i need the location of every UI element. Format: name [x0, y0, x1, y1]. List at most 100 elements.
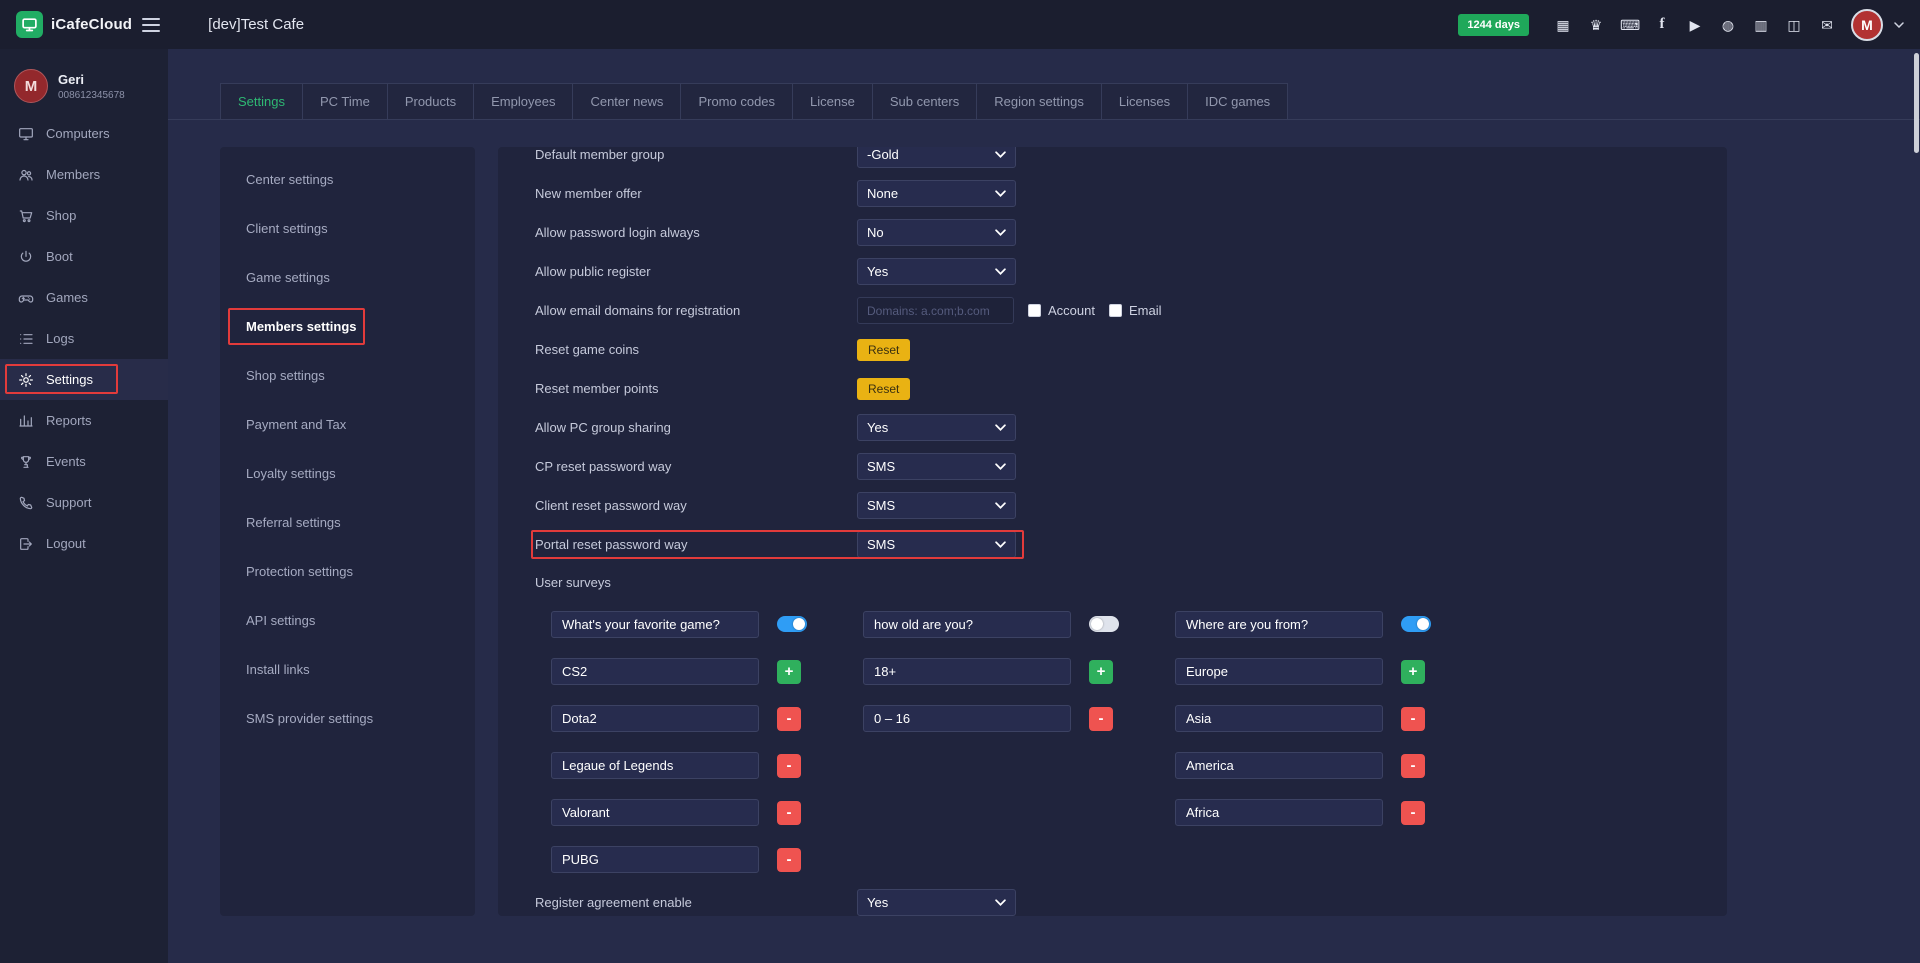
tab[interactable]: Promo codes: [680, 83, 793, 119]
sidebar-item-games[interactable]: Games: [0, 277, 168, 318]
sidebar-item-members[interactable]: Members: [0, 154, 168, 195]
sidebar-item-reports[interactable]: Reports: [0, 400, 168, 441]
tab[interactable]: Region settings: [976, 83, 1102, 119]
chevron-down-icon[interactable]: [1894, 22, 1904, 28]
register-agreement-select[interactable]: Yes: [857, 889, 1016, 916]
settings-nav-item[interactable]: Loyalty settings: [220, 449, 475, 498]
sidebar-item-computers[interactable]: Computers: [0, 113, 168, 154]
settings-nav-item[interactable]: Shop settings: [220, 351, 475, 400]
app-logo[interactable]: iCafeCloud: [0, 11, 132, 38]
globe-icon[interactable]: ◍: [1719, 18, 1737, 32]
tab[interactable]: Products: [387, 83, 474, 119]
tab[interactable]: PC Time: [302, 83, 388, 119]
tab[interactable]: Settings: [220, 83, 303, 119]
settings-nav-item[interactable]: Protection settings: [220, 547, 475, 596]
account-checkbox[interactable]: [1028, 304, 1041, 317]
sidebar-item-settings[interactable]: Settings: [0, 359, 168, 400]
sidebar-item-logs[interactable]: Logs: [0, 318, 168, 359]
sidebar-item-boot[interactable]: Boot: [0, 236, 168, 277]
tab[interactable]: Employees: [473, 83, 573, 119]
sidebar-item-support[interactable]: Support: [0, 482, 168, 523]
new-member-offer-select[interactable]: None: [857, 180, 1016, 207]
survey-question-input[interactable]: how old are you?: [863, 611, 1071, 638]
answer-action-button[interactable]: -: [777, 754, 801, 778]
email-checkbox[interactable]: [1109, 304, 1122, 317]
user-avatar[interactable]: M: [1851, 9, 1883, 41]
settings-nav-item[interactable]: Payment and Tax: [220, 400, 475, 449]
sidebar-user[interactable]: M Geri 008612345678: [0, 49, 168, 113]
tab[interactable]: Sub centers: [872, 83, 977, 119]
menu-icon[interactable]: [142, 14, 162, 36]
survey-toggle[interactable]: [1089, 616, 1119, 632]
survey-answer-input[interactable]: Dota2: [551, 705, 759, 732]
survey-answer-input[interactable]: 18+: [863, 658, 1071, 685]
settings-nav-item[interactable]: Install links: [220, 645, 475, 694]
public-register-select[interactable]: Yes: [857, 258, 1016, 285]
password-login-always-select[interactable]: No: [857, 219, 1016, 246]
discord-icon[interactable]: ⌨: [1620, 18, 1638, 32]
license-days-badge[interactable]: 1244 days: [1458, 14, 1529, 36]
email-domains-input[interactable]: [857, 297, 1014, 324]
youtube-icon[interactable]: ▶: [1686, 18, 1704, 32]
settings-nav-label: API settings: [246, 613, 315, 628]
survey-question-input[interactable]: Where are you from?: [1175, 611, 1383, 638]
reset-member-points-button[interactable]: Reset: [857, 378, 910, 400]
survey-answer-input[interactable]: Valorant: [551, 799, 759, 826]
tab[interactable]: Center news: [572, 83, 681, 119]
pc-group-sharing-select[interactable]: Yes: [857, 414, 1016, 441]
survey-answer-row: Legaue of Legends -: [551, 742, 863, 789]
form-row-reset-member-points: Reset member points Reset: [535, 369, 1727, 408]
answer-action-button[interactable]: -: [777, 848, 801, 872]
client-reset-password-select[interactable]: SMS: [857, 492, 1016, 519]
settings-nav-item[interactable]: Center settings: [220, 155, 475, 204]
settings-nav-item[interactable]: Game settings: [220, 253, 475, 302]
tab[interactable]: License: [792, 83, 873, 119]
settings-nav-item[interactable]: Client settings: [220, 204, 475, 253]
scrollbar[interactable]: [1914, 53, 1919, 153]
survey-answer-input[interactable]: Europe: [1175, 658, 1383, 685]
analytics-icon[interactable]: ▦: [1554, 18, 1572, 32]
layers-icon[interactable]: ◫: [1785, 18, 1803, 32]
sidebar-item-shop[interactable]: Shop: [0, 195, 168, 236]
survey-answer-input[interactable]: Africa: [1175, 799, 1383, 826]
tab[interactable]: Licenses: [1101, 83, 1188, 119]
reset-game-coins-button[interactable]: Reset: [857, 339, 910, 361]
portal-reset-password-select[interactable]: SMS: [857, 531, 1016, 558]
settings-nav-item[interactable]: Members settings: [220, 302, 475, 351]
answer-action-button[interactable]: +: [1089, 660, 1113, 684]
answer-action-button[interactable]: -: [1401, 754, 1425, 778]
survey-answer-input[interactable]: Legaue of Legends: [551, 752, 759, 779]
survey-answer-input[interactable]: CS2: [551, 658, 759, 685]
cp-reset-password-select[interactable]: SMS: [857, 453, 1016, 480]
survey-answer-input[interactable]: Asia: [1175, 705, 1383, 732]
sidebar-item-logout[interactable]: Logout: [0, 523, 168, 564]
answer-action-button[interactable]: +: [1401, 660, 1425, 684]
answer-action-button[interactable]: -: [777, 801, 801, 825]
survey-answer-row: Europe +: [1175, 648, 1487, 695]
tab[interactable]: IDC games: [1187, 83, 1288, 119]
survey-answer-input[interactable]: America: [1175, 752, 1383, 779]
trophy-icon[interactable]: ♛: [1587, 18, 1605, 32]
survey-answer-input[interactable]: 0 – 16: [863, 705, 1071, 732]
survey-toggle[interactable]: [1401, 616, 1431, 632]
answer-action-button[interactable]: +: [777, 660, 801, 684]
survey-question-row: Where are you from?: [1175, 600, 1487, 648]
account-checkbox-group[interactable]: Account: [1028, 303, 1095, 318]
answer-action-button[interactable]: -: [1401, 707, 1425, 731]
answer-action-button[interactable]: -: [1401, 801, 1425, 825]
answer-action-button[interactable]: -: [1089, 707, 1113, 731]
email-checkbox-group[interactable]: Email: [1109, 303, 1162, 318]
mail-icon[interactable]: ✉: [1818, 18, 1836, 32]
default-member-group-select[interactable]: -Gold: [857, 147, 1016, 168]
billing-icon[interactable]: ▥: [1752, 18, 1770, 32]
field-label: Allow password login always: [535, 225, 857, 240]
survey-answer-input[interactable]: PUBG: [551, 846, 759, 873]
settings-nav-item[interactable]: API settings: [220, 596, 475, 645]
facebook-icon[interactable]: f: [1653, 17, 1671, 32]
settings-nav-item[interactable]: SMS provider settings: [220, 694, 475, 743]
survey-question-input[interactable]: What's your favorite game?: [551, 611, 759, 638]
answer-action-button[interactable]: -: [777, 707, 801, 731]
sidebar-item-events[interactable]: Events: [0, 441, 168, 482]
survey-toggle[interactable]: [777, 616, 807, 632]
settings-nav-item[interactable]: Referral settings: [220, 498, 475, 547]
